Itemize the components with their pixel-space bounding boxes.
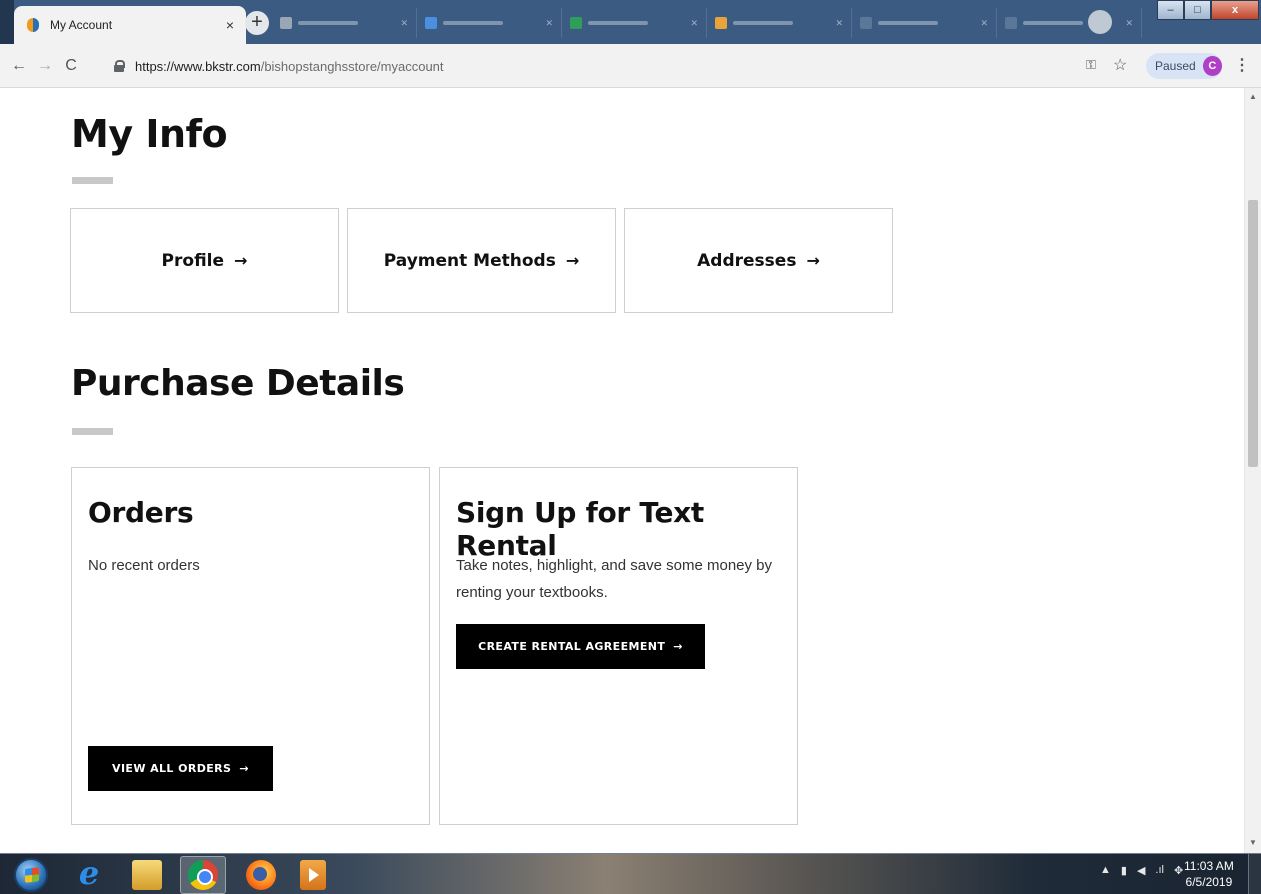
- background-tab[interactable]: ✕: [562, 8, 707, 38]
- docs-favicon-icon: [425, 17, 437, 29]
- close-window-button[interactable]: x: [1211, 0, 1259, 20]
- orders-status-text: No recent orders: [88, 557, 200, 574]
- internet-explorer-icon[interactable]: e: [74, 857, 104, 890]
- arrow-right-icon: →: [234, 251, 248, 270]
- profile-paused-chip[interactable]: Paused C: [1146, 53, 1222, 79]
- new-tab-button[interactable]: +: [245, 11, 269, 35]
- tab-title-blurred: [1023, 21, 1083, 25]
- taskbar-clock[interactable]: 11:03 AM 6/5/2019: [1184, 858, 1234, 890]
- chrome-icon[interactable]: [188, 860, 218, 890]
- url-path: /bishopstanghsstore/myaccount: [260, 58, 444, 74]
- tab-favicon-icon: [280, 17, 292, 29]
- scroll-up-icon[interactable]: ▲: [1249, 92, 1257, 101]
- tab-title-blurred: [443, 21, 503, 25]
- tab-title-blurred: [733, 21, 793, 25]
- page-scrollbar[interactable]: ▲ ▼: [1244, 88, 1261, 853]
- tab-title-blurred: [878, 21, 938, 25]
- arrow-right-icon: →: [806, 251, 820, 270]
- browser-toolbar: ← → C https://www.bkstr.com/bishopstangh…: [0, 44, 1261, 88]
- tab-close-icon[interactable]: ✕: [1125, 18, 1133, 29]
- window-controls: – □ x: [1157, 0, 1261, 20]
- bookmark-star-icon[interactable]: ☆: [1113, 55, 1127, 75]
- tab-close-icon[interactable]: ✕: [980, 18, 988, 29]
- start-button[interactable]: [14, 858, 48, 892]
- background-tab[interactable]: ✕: [272, 8, 417, 38]
- background-tab[interactable]: ✕: [997, 8, 1142, 38]
- url-host: https://www.bkstr.com: [135, 58, 261, 74]
- text-rental-panel: Sign Up for Text Rental Take notes, high…: [439, 467, 798, 825]
- tab-close-icon[interactable]: ✕: [690, 18, 698, 29]
- windows-taskbar: e ▲ ▮ ◀ .ıl ✥ 11:03 AM 6/5/2019: [0, 853, 1261, 894]
- payment-methods-card[interactable]: Payment Methods →: [347, 208, 616, 313]
- lock-icon[interactable]: [113, 60, 125, 72]
- tab-my-account[interactable]: My Account ×: [14, 6, 246, 44]
- drive-favicon-icon: [715, 17, 727, 29]
- purchase-details-title: Purchase Details: [71, 363, 405, 404]
- orders-panel: Orders No recent orders VIEW ALL ORDERS →: [71, 467, 430, 825]
- background-tab[interactable]: ✕: [417, 8, 562, 38]
- show-desktop-button[interactable]: [1248, 854, 1261, 894]
- orders-heading: Orders: [88, 496, 194, 529]
- background-tabs: ✕ ✕ ✕ ✕ ✕ ✕: [272, 8, 1142, 38]
- battery-icon[interactable]: ▮: [1121, 864, 1127, 877]
- volume-icon[interactable]: ◀: [1137, 864, 1145, 877]
- clock-time: 11:03 AM: [1184, 859, 1234, 873]
- firefox-icon[interactable]: [246, 860, 276, 890]
- network-signal-icon[interactable]: .ıl: [1155, 864, 1164, 877]
- tab-close-icon[interactable]: ✕: [545, 18, 553, 29]
- tab-close-icon[interactable]: ✕: [835, 18, 843, 29]
- minimize-button[interactable]: –: [1157, 0, 1184, 20]
- text-rental-description: Take notes, highlight, and save some mon…: [456, 557, 773, 601]
- media-player-icon[interactable]: [300, 860, 326, 890]
- arrow-right-icon: →: [239, 762, 249, 775]
- address-bar[interactable]: https://www.bkstr.com/bishopstanghsstore…: [113, 51, 1143, 81]
- file-explorer-icon[interactable]: [132, 860, 162, 890]
- my-info-title: My Info: [71, 112, 228, 156]
- chrome-profile-icon[interactable]: [1088, 10, 1112, 34]
- kebab-menu-icon[interactable]: ⋮: [1234, 55, 1250, 75]
- tab-close-icon[interactable]: ✕: [400, 18, 408, 29]
- key-icon[interactable]: ⚿: [1086, 57, 1096, 73]
- title-underline: [72, 177, 113, 184]
- avatar: C: [1202, 56, 1222, 76]
- window-edge: [0, 0, 14, 44]
- background-tab[interactable]: ✕: [852, 8, 997, 38]
- payment-methods-card-label: Payment Methods: [383, 250, 556, 271]
- tab-title-blurred: [588, 21, 648, 25]
- tab-favicon-icon: [860, 17, 872, 29]
- addresses-card-label: Addresses: [697, 250, 797, 271]
- tab-title: My Account: [50, 18, 113, 32]
- clock-date: 6/5/2019: [1185, 875, 1233, 889]
- reload-icon[interactable]: C: [58, 57, 84, 75]
- tab-strip: My Account × + ✕ ✕ ✕ ✕ ✕ ✕ – □ x: [0, 0, 1261, 44]
- sheets-favicon-icon: [570, 17, 582, 29]
- title-underline: [72, 428, 113, 435]
- system-tray: ▲ ▮ ◀ .ıl ✥: [1100, 864, 1183, 877]
- background-tab[interactable]: ✕: [707, 8, 852, 38]
- view-all-orders-label: VIEW ALL ORDERS: [112, 762, 232, 775]
- arrow-right-icon: →: [565, 251, 580, 270]
- back-arrow-icon[interactable]: ←: [6, 57, 32, 75]
- paused-label: Paused: [1155, 59, 1196, 73]
- scroll-down-icon[interactable]: ▼: [1249, 838, 1257, 847]
- addresses-card[interactable]: Addresses →: [624, 208, 893, 313]
- forward-arrow-icon[interactable]: →: [32, 57, 58, 75]
- tab-title-blurred: [298, 21, 358, 25]
- bkstr-favicon-icon: [26, 18, 40, 32]
- tab-favicon-icon: [1005, 17, 1017, 29]
- tray-expand-icon[interactable]: ▲: [1100, 864, 1111, 877]
- page-viewport: My Info Profile → Payment Methods → Addres…: [0, 88, 1244, 853]
- maximize-button[interactable]: □: [1184, 0, 1211, 20]
- profile-card[interactable]: Profile →: [70, 208, 339, 313]
- scrollbar-thumb[interactable]: [1248, 200, 1258, 467]
- view-all-orders-button[interactable]: VIEW ALL ORDERS →: [88, 746, 273, 791]
- tab-close-icon[interactable]: ×: [226, 17, 234, 33]
- create-rental-agreement-button[interactable]: CREATE RENTAL AGREEMENT →: [456, 624, 705, 669]
- profile-card-label: Profile: [161, 250, 225, 271]
- create-rental-agreement-label: CREATE RENTAL AGREEMENT: [478, 640, 666, 653]
- arrow-right-icon: →: [673, 640, 683, 653]
- dropbox-icon[interactable]: ✥: [1174, 864, 1183, 877]
